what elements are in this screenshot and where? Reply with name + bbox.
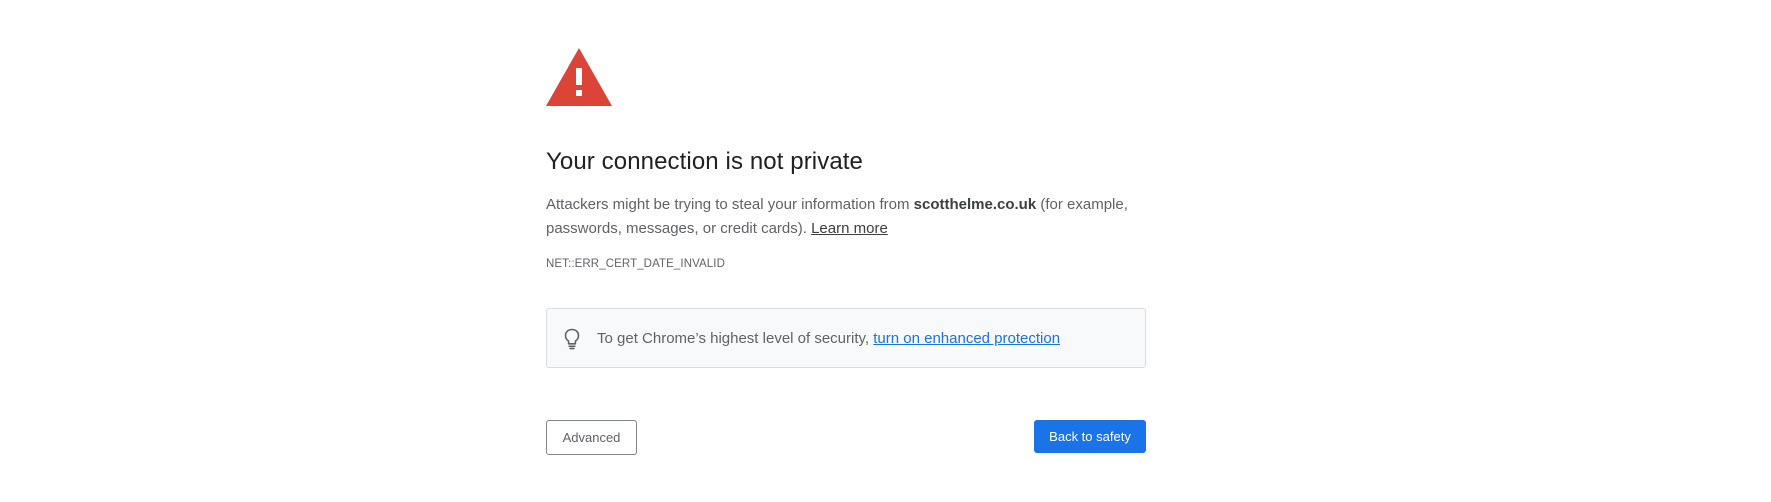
main-message: Attackers might be trying to steal your … [546,193,1146,241]
lightbulb-icon [564,328,580,350]
back-to-safety-button[interactable]: Back to safety [1034,420,1146,453]
message-text-start: Attackers might be trying to steal your … [546,196,914,213]
warning-triangle-icon [546,48,612,106]
page-title: Your connection is not private [546,148,863,175]
enhanced-protection-box: To get Chrome’s highest level of securit… [546,308,1146,368]
domain-name: scotthelme.co.uk [913,196,1037,213]
learn-more-link[interactable]: Learn more [811,220,888,237]
enhanced-protection-message: To get Chrome’s highest level of securit… [597,330,874,347]
enhanced-protection-link[interactable]: turn on enhanced protection [873,330,1060,347]
enhanced-protection-text: To get Chrome’s highest level of securit… [597,328,1060,350]
advanced-button[interactable]: Advanced [546,420,637,455]
error-code: NET::ERR_CERT_DATE_INVALID [546,258,725,270]
